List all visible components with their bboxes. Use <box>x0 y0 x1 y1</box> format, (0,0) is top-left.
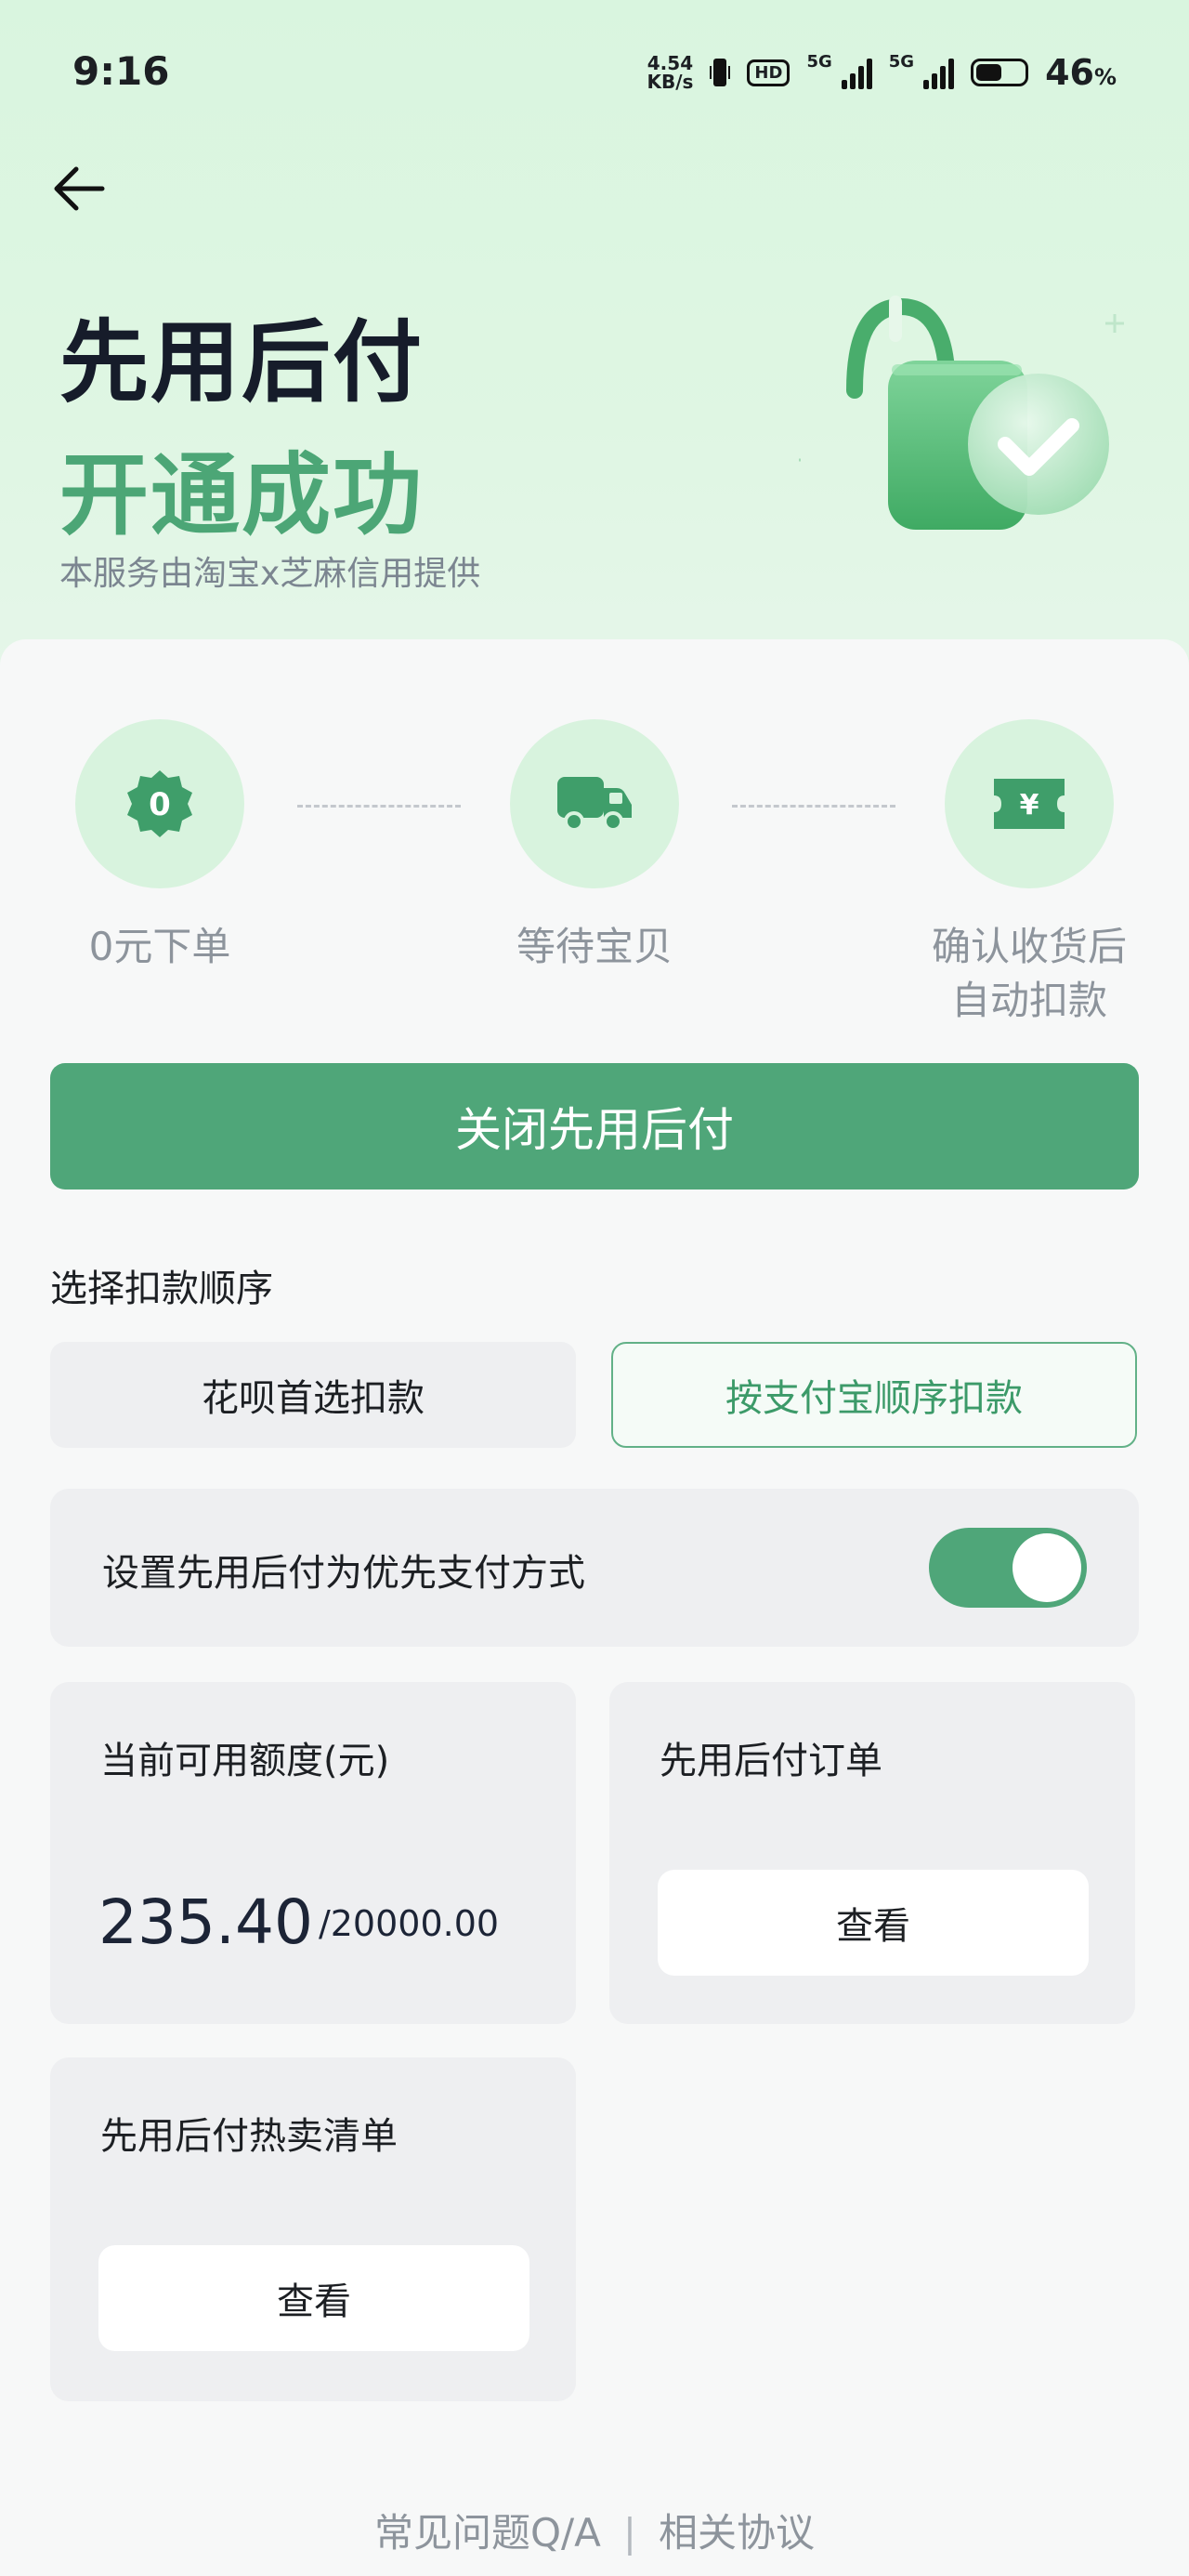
close-pay-later-button[interactable]: 关闭先用后付 <box>50 1063 1139 1189</box>
view-orders-button[interactable]: 查看 <box>658 1870 1089 1976</box>
back-arrow-icon <box>54 166 105 211</box>
orders-title: 先用后付订单 <box>660 1740 882 1782</box>
step-confirm-label: 确认收货后 自动扣款 <box>931 924 1127 1023</box>
status-time: 9:16 <box>72 48 170 94</box>
view-hot-list-button[interactable]: 查看 <box>98 2245 529 2351</box>
step-waiting-label: 等待宝贝 <box>516 924 673 969</box>
toggle-knob <box>1013 1533 1081 1602</box>
faq-link[interactable]: 常见问题Q/A <box>374 2510 601 2556</box>
quota-title: 当前可用额度(元) <box>100 1740 390 1782</box>
priority-payment-toggle[interactable] <box>929 1528 1087 1608</box>
shopping-bag-check-icon <box>799 296 1124 530</box>
step-order-icon-circle: 0 <box>75 719 244 888</box>
step-waiting-icon-circle <box>510 719 679 888</box>
hd-icon: HD <box>747 59 790 86</box>
step-waiting: 等待宝贝 <box>455 719 734 974</box>
zero-badge-text: 0 <box>149 786 171 823</box>
step-order-label: 0元下单 <box>88 924 231 969</box>
net-speed: 4.54 KB/s <box>647 52 694 93</box>
status-bar: 9:16 4.54 KB/s HD 5G 5G 46% <box>0 0 1189 149</box>
vibrate-icon <box>710 59 731 86</box>
signal-icon-2 <box>923 56 955 89</box>
back-button[interactable] <box>48 156 113 221</box>
option-huabei-first[interactable]: 花呗首选扣款 <box>50 1342 576 1448</box>
step-divider <box>297 805 461 808</box>
yuan-ticket-icon: ¥ <box>994 779 1065 829</box>
deduction-order-label: 选择扣款顺序 <box>50 1268 273 1310</box>
footer-separator: | <box>622 2510 637 2556</box>
footer-links: 常见问题Q/A | 相关协议 <box>0 2502 1189 2558</box>
pay-later-orders-card: 先用后付订单 查看 <box>609 1682 1135 2024</box>
quota-amount: 235.40 /20000.00 <box>98 1886 499 1958</box>
step-confirm: ¥ 确认收货后 自动扣款 <box>890 719 1169 1028</box>
signal-icon <box>841 56 872 89</box>
network-type-2: 5G <box>888 52 915 72</box>
provider-text: 本服务由淘宝x芝麻信用提供 <box>59 555 481 593</box>
quota-total: /20000.00 <box>318 1903 500 1944</box>
hot-sale-list-card: 先用后付热卖清单 查看 <box>50 2057 576 2401</box>
network-type-1: 5G <box>806 52 832 72</box>
option-alipay-order[interactable]: 按支付宝顺序扣款 <box>611 1342 1137 1448</box>
zero-badge-icon: 0 <box>127 770 192 837</box>
quota-available: 235.40 <box>98 1886 313 1958</box>
truck-icon <box>557 777 632 832</box>
priority-payment-label: 设置先用后付为优先支付方式 <box>102 1552 585 1595</box>
step-order: 0 0元下单 <box>20 719 299 974</box>
step-confirm-icon-circle: ¥ <box>945 719 1114 888</box>
page-subtitle: 开通成功 <box>59 443 424 547</box>
page-title: 先用后付 <box>59 310 424 414</box>
step-divider-2 <box>732 805 895 808</box>
yuan-symbol: ¥ <box>1020 789 1039 821</box>
available-quota-card: 当前可用额度(元) 235.40 /20000.00 <box>50 1682 576 2024</box>
battery-icon <box>971 59 1029 86</box>
status-icons: 4.54 KB/s HD 5G 5G 46% <box>647 52 1117 93</box>
priority-payment-row: 设置先用后付为优先支付方式 <box>50 1489 1139 1647</box>
battery-percent: 46% <box>1045 52 1117 93</box>
agreement-link[interactable]: 相关协议 <box>659 2510 815 2556</box>
hot-list-title: 先用后付热卖清单 <box>100 2115 398 2158</box>
